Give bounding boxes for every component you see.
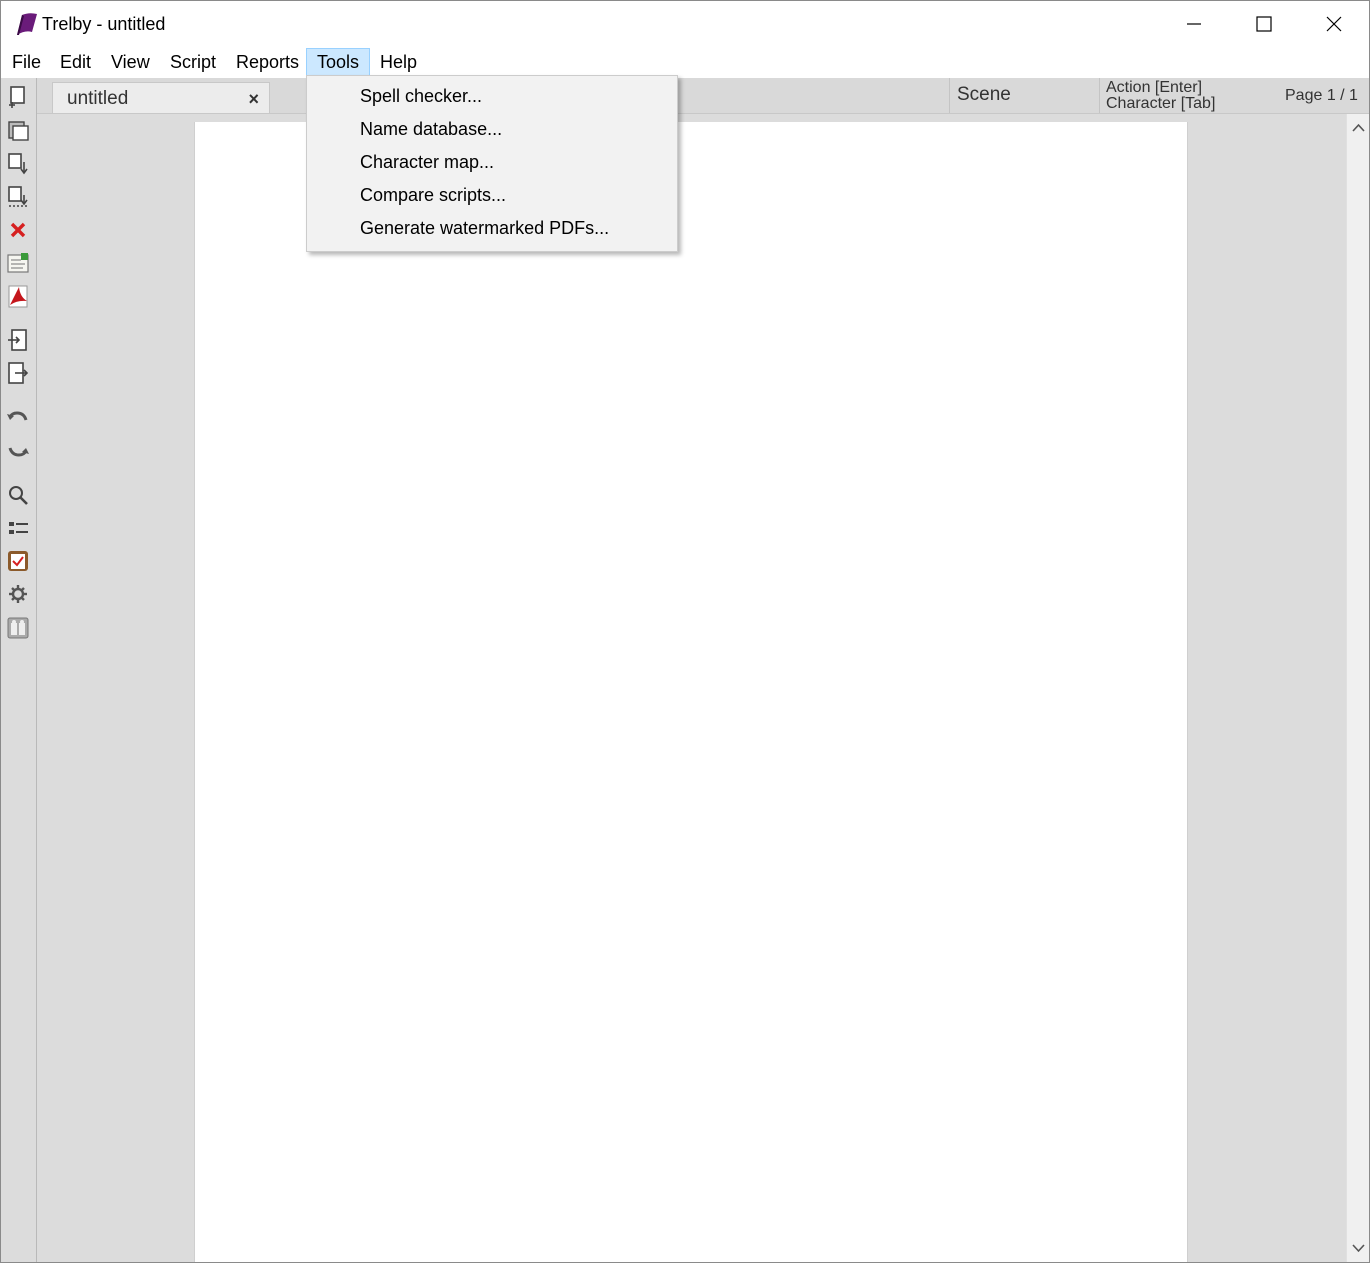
maximize-icon [1256,16,1272,32]
export-text-icon [8,362,29,384]
app-window: Trelby - untitled File Edit View Script … [0,0,1370,1263]
menu-item-label: Character map... [360,152,495,172]
chevron-down-icon [1352,1244,1365,1253]
tab-label: untitled [67,88,129,109]
action-hint: Action [Enter] [1106,79,1203,96]
vertical-scrollbar[interactable] [1346,114,1369,1262]
menu-reports[interactable]: Reports [226,48,309,76]
editor-area: untitled × Scene Action [Enter] Characte… [37,78,1369,1262]
left-toolbar [1,78,37,1262]
characters-icon [7,617,29,639]
menu-item-label: Compare scripts... [360,185,507,205]
close-script-button[interactable] [5,217,31,243]
status-divider [1099,78,1100,113]
check-script-button[interactable] [5,548,31,574]
menu-item-compare-scripts[interactable]: Compare scripts... [308,179,676,212]
import-button[interactable] [5,250,31,276]
characters-button[interactable] [5,615,31,641]
menu-script[interactable]: Script [160,48,226,76]
element-shortcut-hint: Action [Enter] Character [Tab] [1106,80,1215,112]
minimize-icon [1187,23,1201,25]
menu-edit[interactable]: Edit [50,48,101,76]
navigate-icon [9,522,28,534]
trelby-logo-icon [13,11,39,37]
script-page[interactable] [194,122,1188,1262]
settings-icon [9,585,27,603]
open-icon [8,121,29,141]
tab-close-icon[interactable]: × [248,89,259,110]
undo-icon [7,411,28,421]
export-text-button[interactable] [5,360,31,386]
export-pdf-button[interactable] [5,283,31,309]
import-icon [7,253,29,273]
tab-strip: untitled × Scene Action [Enter] Characte… [37,78,1369,114]
check-script-icon [8,551,28,571]
menu-tools[interactable]: Tools [306,48,371,76]
page-indicator: Page 1 / 1 [1285,87,1358,104]
current-element-type: Scene [957,84,1011,105]
find-icon [9,486,28,505]
menu-item-generate-watermarked-pdfs[interactable]: Generate watermarked PDFs... [308,212,676,245]
menu-item-label: Generate watermarked PDFs... [360,218,610,238]
menu-item-label: Spell checker... [360,86,483,106]
menu-item-name-database[interactable]: Name database... [308,113,676,146]
save-as-icon [8,186,28,207]
save-button[interactable] [5,150,31,176]
close-window-button[interactable] [1299,1,1369,48]
menu-file[interactable]: File [2,48,51,76]
settings-button[interactable] [5,581,31,607]
close-script-icon [10,222,26,238]
menu-view[interactable]: View [101,48,160,76]
import-text-button[interactable] [5,327,31,353]
menu-item-spell-checker[interactable]: Spell checker... [308,80,676,113]
open-button[interactable] [5,117,31,143]
redo-icon [8,447,29,457]
tools-dropdown-menu: Spell checker... Name database... Charac… [306,75,678,252]
menu-item-label: Name database... [360,119,503,139]
close-icon [1326,16,1342,32]
character-hint: Character [Tab] [1106,95,1216,112]
window-title: Trelby - untitled [42,14,166,34]
maximize-button[interactable] [1229,1,1299,48]
export-pdf-icon [8,285,28,308]
new-script-icon [9,86,25,108]
undo-button[interactable] [5,404,31,430]
save-as-button[interactable] [5,183,31,209]
redo-button[interactable] [5,437,31,463]
new-script-button[interactable] [5,84,31,110]
scroll-down-button[interactable] [1347,1238,1369,1258]
find-button[interactable] [5,482,31,508]
minimize-button[interactable] [1159,1,1229,48]
navigate-button[interactable] [5,515,31,541]
menu-help[interactable]: Help [370,48,427,76]
menu-item-character-map[interactable]: Character map... [308,146,676,179]
status-divider [949,78,950,113]
title-bar[interactable]: Trelby - untitled [1,1,1369,48]
tab-untitled[interactable]: untitled × [52,82,270,113]
menu-bar: File Edit View Script Reports Tools Help [1,48,1369,76]
chevron-up-icon [1352,123,1365,132]
save-icon [8,153,28,175]
import-text-icon [8,329,27,351]
scroll-up-button[interactable] [1347,118,1369,138]
